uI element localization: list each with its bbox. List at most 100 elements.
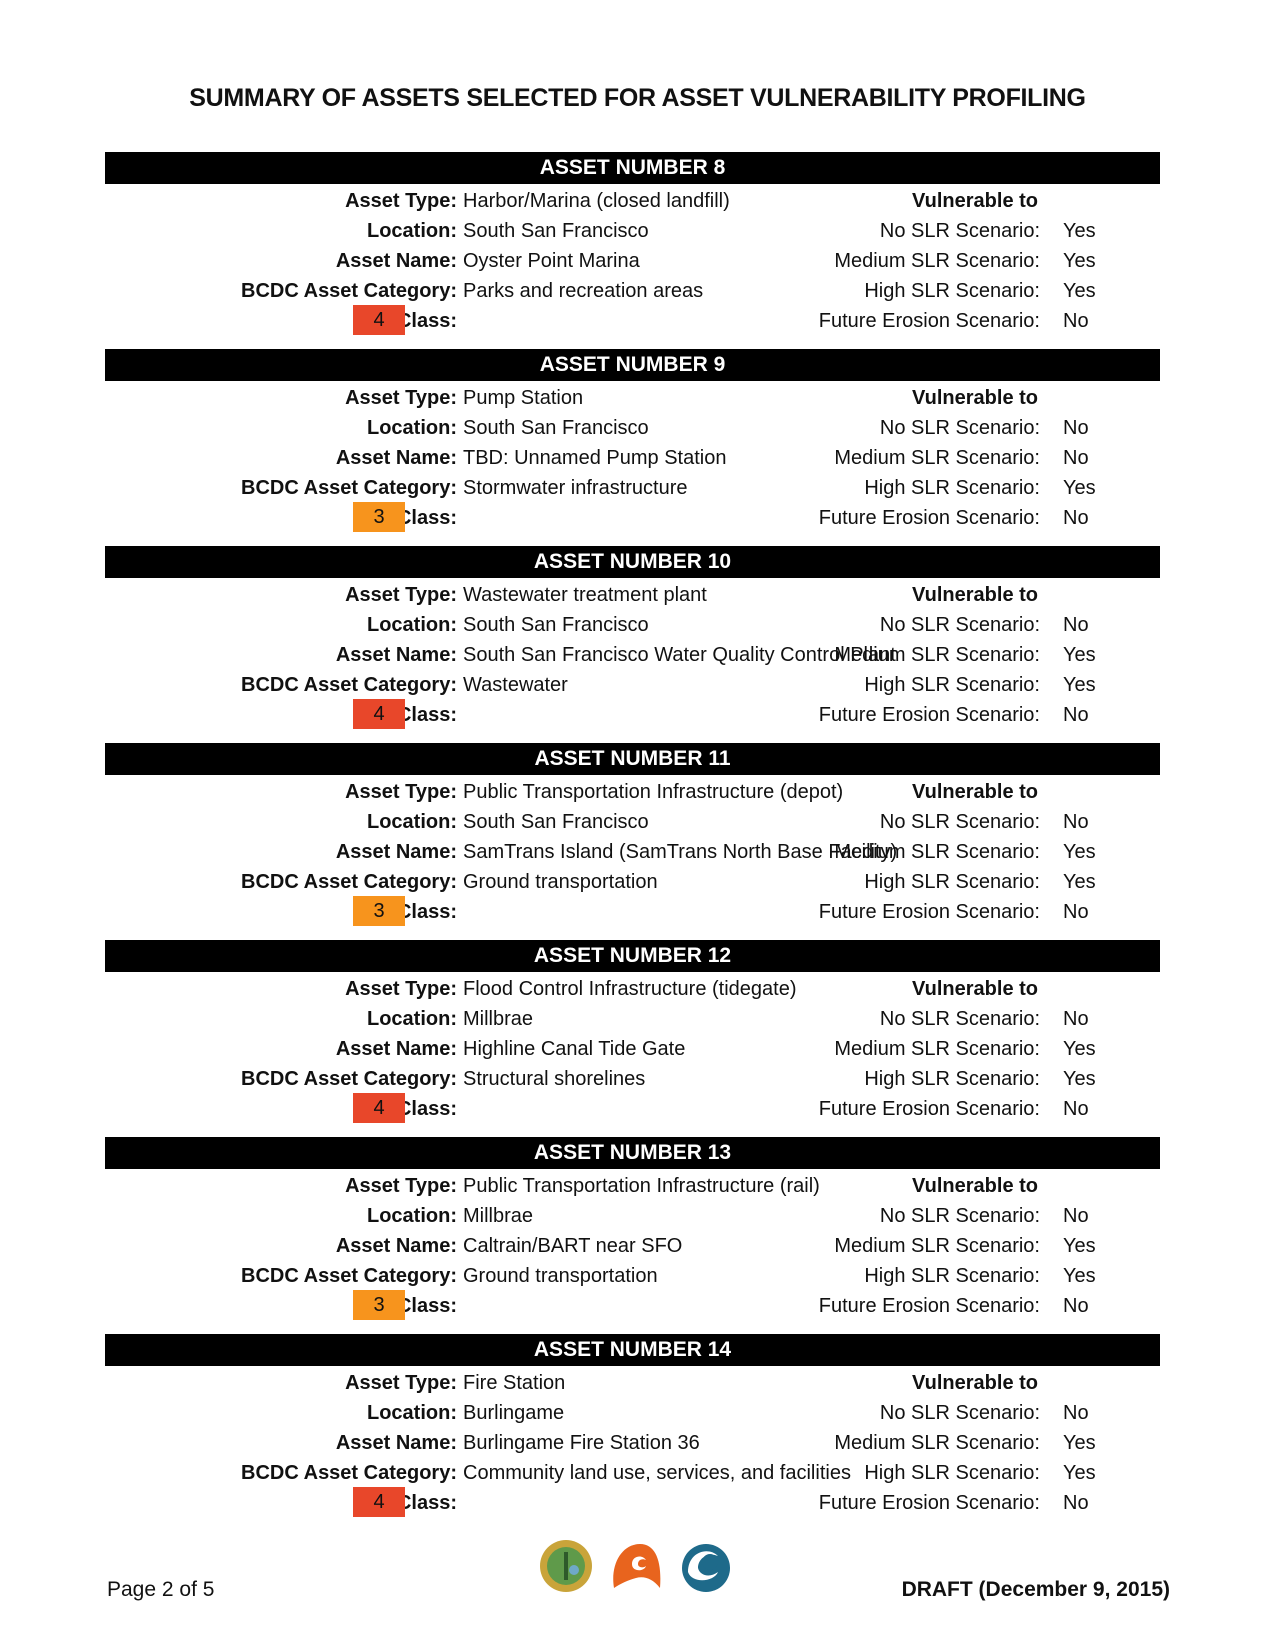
medium-slr-value: No [1063,447,1089,469]
no-slr-label: No SLR Scenario: [879,614,1040,636]
no-slr-label: No SLR Scenario: [879,1008,1040,1030]
bcdc-category-value: Ground transportation [463,1265,658,1287]
no-slr-value: No [1063,1205,1089,1227]
future-erosion-value: No [1063,310,1089,332]
asset-name-label: Asset Name: [335,447,457,469]
asset-name-label: Asset Name: [335,1038,457,1060]
class-badge: 4 [353,699,405,729]
location-label: Location: [367,811,457,833]
class-label: Class: [396,901,457,923]
location-label: Location: [367,1205,457,1227]
future-erosion-value: No [1063,507,1089,529]
asset-header: ASSET NUMBER 13 [105,1137,1160,1169]
asset-type-label: Asset Type: [345,978,457,1000]
asset-type-label: Asset Type: [345,387,457,409]
class-label: Class: [396,310,457,332]
no-slr-value: No [1063,614,1089,636]
location-value: Millbrae [463,1205,534,1227]
asset-name-value: Caltrain/BART near SFO [463,1235,683,1257]
bcdc-category-label: BCDC Asset Category: [241,1265,457,1287]
location-value: South San Francisco [463,220,649,242]
asset-header: ASSET NUMBER 11 [105,743,1160,775]
partner-logos [538,1538,738,1598]
asset-header: ASSET NUMBER 12 [105,940,1160,972]
draft-date: DRAFT (December 9, 2015) [901,1578,1170,1601]
high-slr-label: High SLR Scenario: [864,280,1040,302]
location-label: Location: [367,220,457,242]
asset-header: ASSET NUMBER 14 [105,1334,1160,1366]
medium-slr-value: Yes [1063,250,1096,272]
future-erosion-label: Future Erosion Scenario: [818,310,1040,332]
high-slr-label: High SLR Scenario: [864,1265,1040,1287]
vulnerable-to-heading: Vulnerable to [912,584,1038,606]
class-badge: 4 [353,1487,405,1517]
bcdc-category-value: Community land use, services, and facili… [463,1462,851,1484]
asset-block: ASSET NUMBER 14 Asset Type: Fire Station… [105,1334,1160,1524]
no-slr-label: No SLR Scenario: [879,1205,1040,1227]
bcdc-category-value: Stormwater infrastructure [463,477,688,499]
asset-block: ASSET NUMBER 10 Asset Type: Wastewater t… [105,546,1160,736]
location-label: Location: [367,1008,457,1030]
bcdc-category-value: Parks and recreation areas [463,280,704,302]
future-erosion-label: Future Erosion Scenario: [818,1492,1040,1514]
class-label: Class: [396,1492,457,1514]
asset-name-label: Asset Name: [335,644,457,666]
asset-type-value: Harbor/Marina (closed landfill) [463,190,730,212]
asset-header: ASSET NUMBER 10 [105,546,1160,578]
asset-header: ASSET NUMBER 9 [105,349,1160,381]
bcdc-category-label: BCDC Asset Category: [241,674,457,696]
future-erosion-label: Future Erosion Scenario: [818,901,1040,923]
bcdc-category-label: BCDC Asset Category: [241,871,457,893]
no-slr-label: No SLR Scenario: [879,1402,1040,1424]
asset-name-label: Asset Name: [335,1432,457,1454]
location-value: South San Francisco [463,811,649,833]
asset-block: ASSET NUMBER 8 Asset Type: Harbor/Marina… [105,152,1160,342]
no-slr-value: Yes [1063,220,1096,242]
asset-name-value: Burlingame Fire Station 36 [463,1432,700,1454]
vulnerable-to-heading: Vulnerable to [912,1372,1038,1394]
asset-type-value: Public Transportation Infrastructure (ra… [463,1175,820,1197]
high-slr-value: Yes [1063,1462,1096,1484]
asset-name-value: TBD: Unnamed Pump Station [463,447,727,469]
high-slr-label: High SLR Scenario: [864,477,1040,499]
class-badge: 4 [353,305,405,335]
medium-slr-label: Medium SLR Scenario: [834,1432,1040,1454]
medium-slr-label: Medium SLR Scenario: [834,447,1040,469]
location-value: South San Francisco [463,417,649,439]
page-title: SUMMARY OF ASSETS SELECTED FOR ASSET VUL… [189,84,1086,112]
asset-name-value: South San Francisco Water Quality Contro… [463,644,896,666]
medium-slr-label: Medium SLR Scenario: [834,250,1040,272]
future-erosion-label: Future Erosion Scenario: [818,704,1040,726]
page-number: Page 2 of 5 [107,1578,215,1601]
high-slr-value: Yes [1063,1265,1096,1287]
asset-type-label: Asset Type: [345,584,457,606]
location-value: Millbrae [463,1008,534,1030]
bcdc-category-value: Structural shorelines [463,1068,646,1090]
medium-slr-label: Medium SLR Scenario: [834,644,1040,666]
no-slr-value: No [1063,811,1089,833]
high-slr-value: Yes [1063,871,1096,893]
class-label: Class: [396,507,457,529]
asset-name-value: SamTrans Island (SamTrans North Base Fac… [463,841,898,863]
bcdc-category-label: BCDC Asset Category: [241,1068,457,1090]
class-label: Class: [396,1098,457,1120]
asset-block: ASSET NUMBER 9 Asset Type: Pump Station … [105,349,1160,539]
no-slr-value: No [1063,1008,1089,1030]
asset-type-value: Flood Control Infrastructure (tidegate) [463,978,797,1000]
location-label: Location: [367,417,457,439]
medium-slr-value: Yes [1063,1038,1096,1060]
high-slr-value: Yes [1063,477,1096,499]
asset-header: ASSET NUMBER 8 [105,152,1160,184]
no-slr-label: No SLR Scenario: [879,811,1040,833]
vulnerable-to-heading: Vulnerable to [912,978,1038,1000]
high-slr-label: High SLR Scenario: [864,1068,1040,1090]
bcdc-category-value: Ground transportation [463,871,658,893]
asset-name-label: Asset Name: [335,1235,457,1257]
class-label: Class: [396,704,457,726]
location-value: South San Francisco [463,614,649,636]
location-label: Location: [367,614,457,636]
county-seal-icon [540,1540,592,1592]
class-badge: 3 [353,896,405,926]
asset-type-value: Public Transportation Infrastructure (de… [463,781,844,803]
no-slr-label: No SLR Scenario: [879,417,1040,439]
